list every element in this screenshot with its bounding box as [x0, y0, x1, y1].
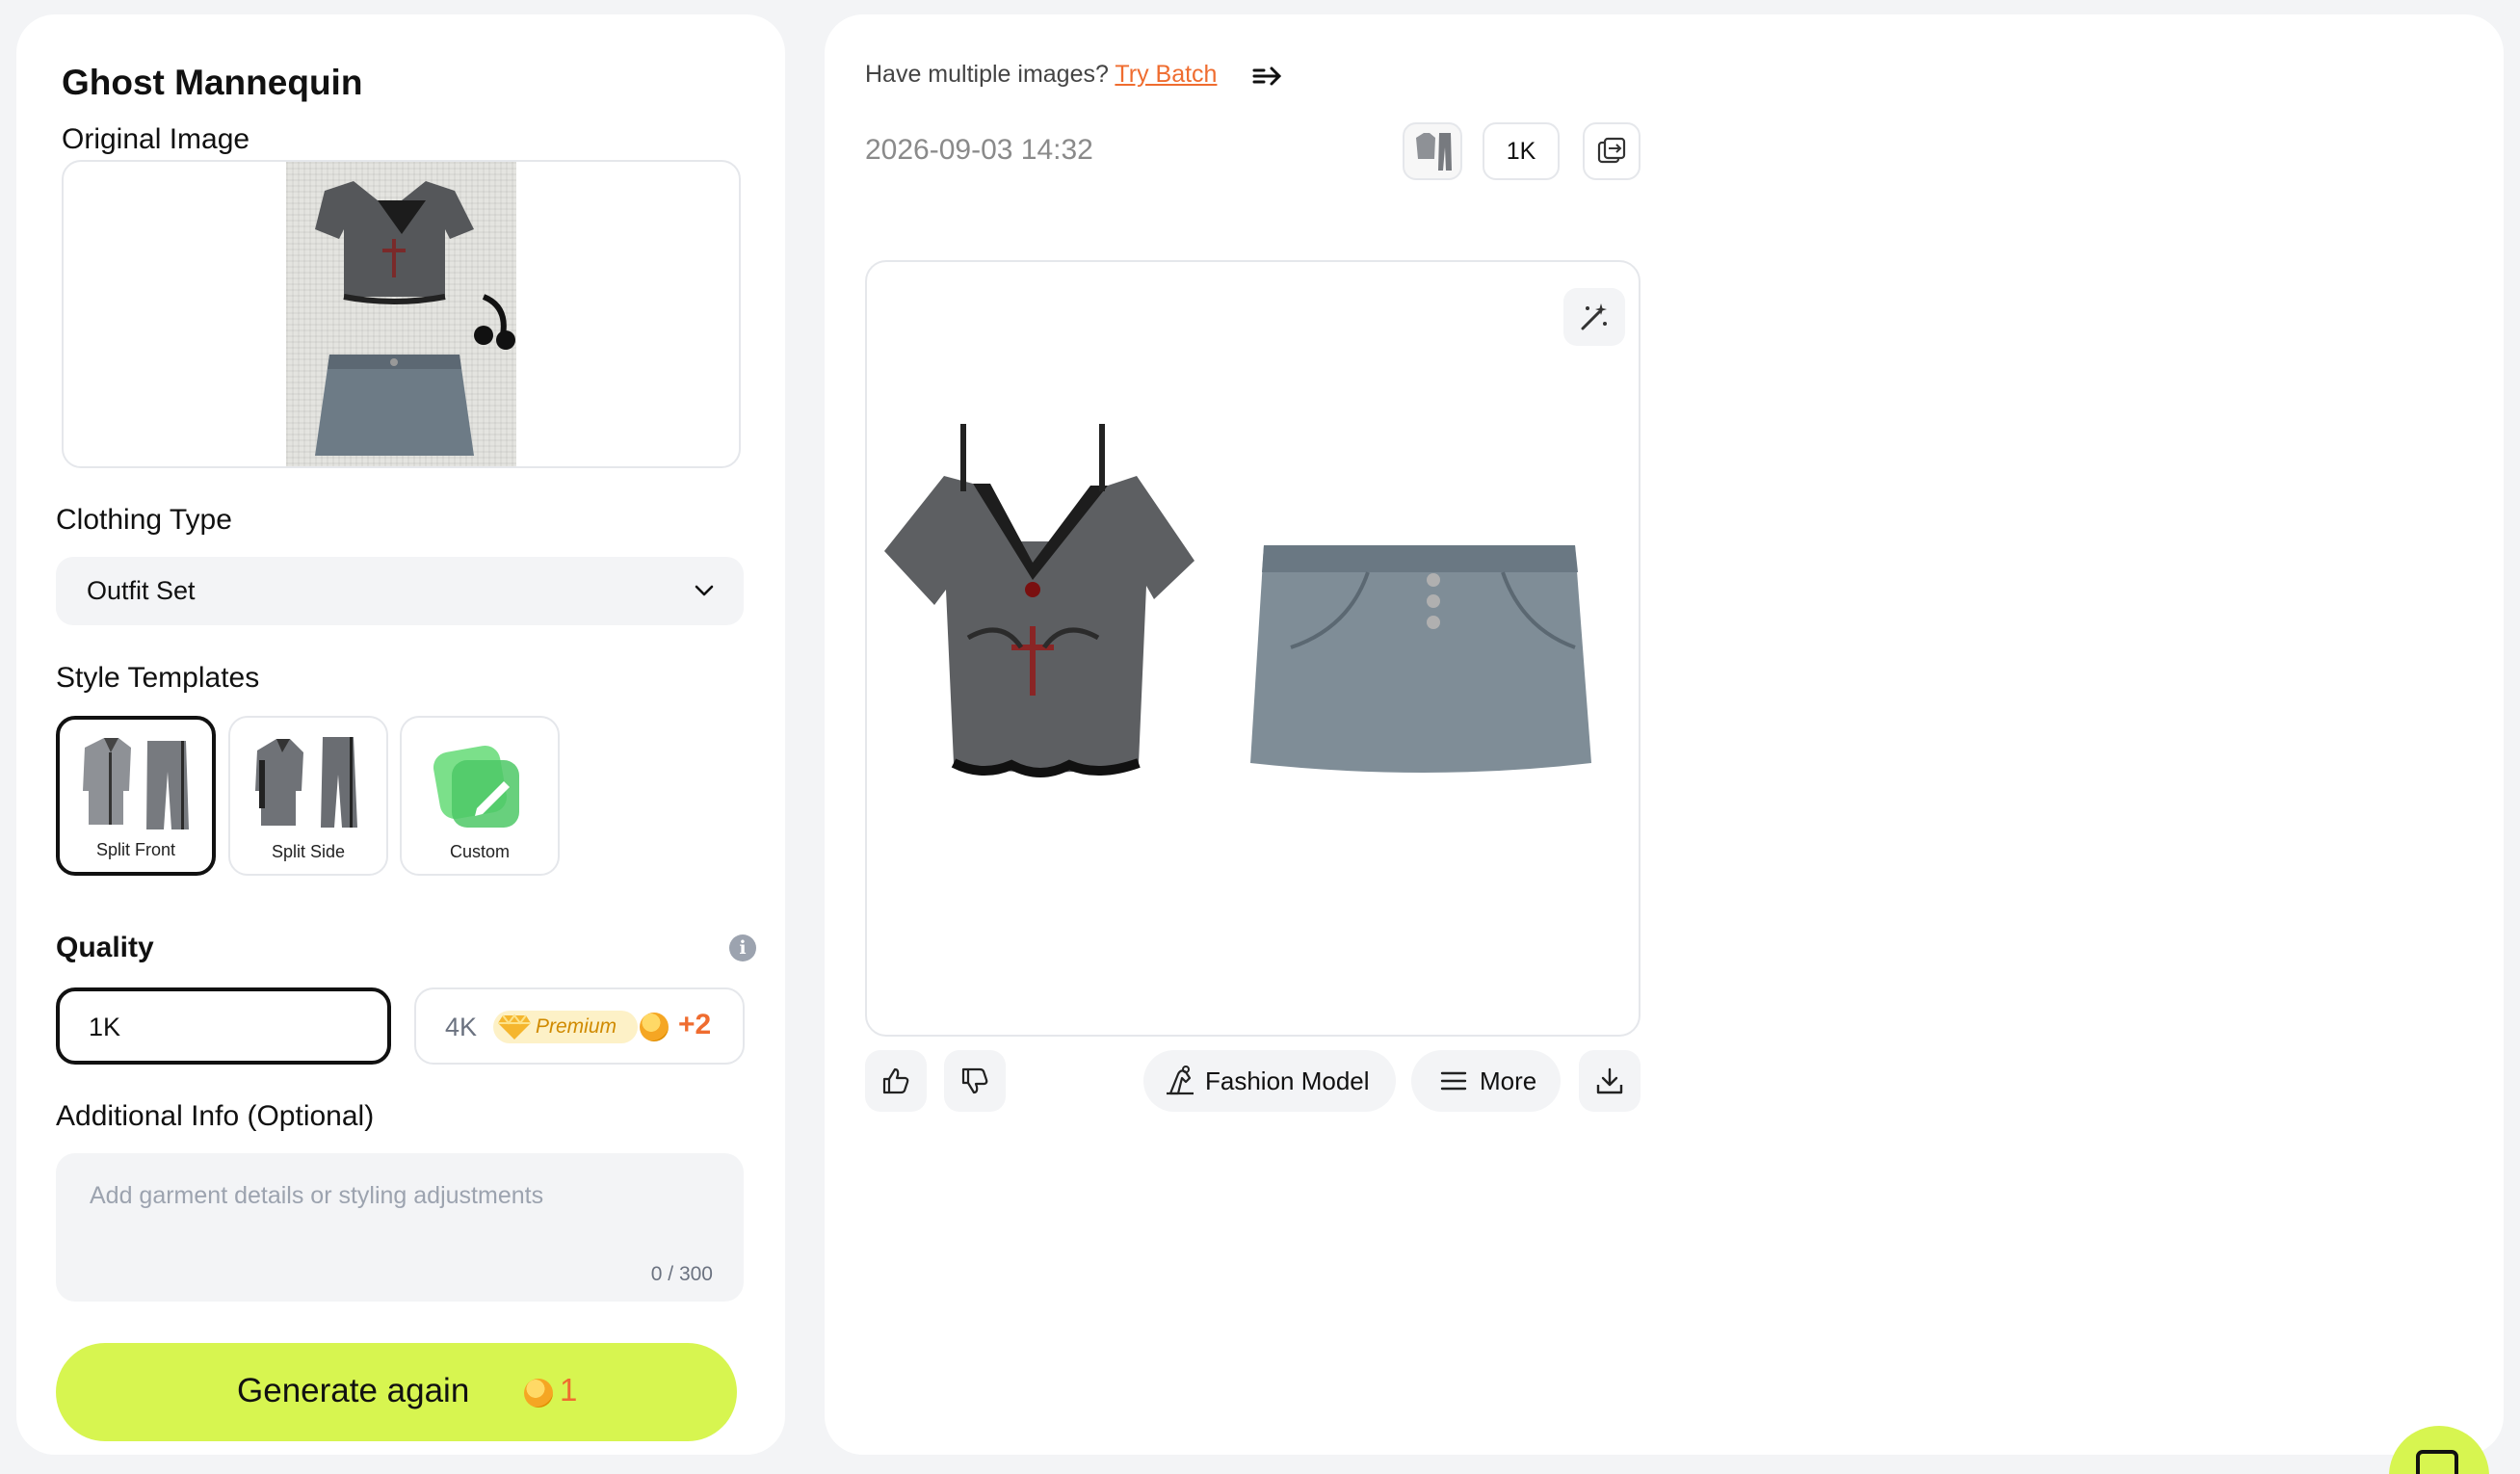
generate-cost: 1: [560, 1372, 578, 1408]
thumbs-up-icon: [882, 1067, 909, 1094]
batch-question: Have multiple images?: [865, 61, 1109, 88]
premium-badge: Premium: [493, 1011, 638, 1043]
quality-1k-label: 1K: [89, 1013, 121, 1041]
thumbs-down-button[interactable]: [944, 1050, 1006, 1112]
template-split-side[interactable]: Split Side: [228, 716, 388, 876]
magic-edit-button[interactable]: [1563, 288, 1625, 346]
coin-icon: [524, 1379, 553, 1408]
template-custom[interactable]: Custom: [400, 716, 560, 876]
quality-label: Quality: [56, 932, 154, 963]
thumbs-down-icon: [961, 1067, 988, 1094]
chevron-down-icon: [695, 585, 714, 596]
compare-icon: [1597, 137, 1626, 164]
original-image-label: Original Image: [62, 123, 250, 155]
additional-info-textarea[interactable]: Add garment details or styling adjustmen…: [56, 1153, 744, 1302]
extra-cost: +2: [678, 1009, 712, 1040]
fashion-model-label: Fashion Model: [1205, 1066, 1370, 1095]
textarea-placeholder: Add garment details or styling adjustmen…: [90, 1182, 544, 1209]
panel-title: Ghost Mannequin: [62, 63, 363, 102]
result-image[interactable]: [865, 260, 1641, 1037]
quality-option-1k[interactable]: 1K: [56, 987, 391, 1065]
diamond-icon: [498, 1013, 531, 1040]
result-panel: Have multiple images? Try Batch 2026-09-…: [825, 14, 2504, 1455]
ghost-mannequin-output: [884, 424, 1591, 777]
template-split-front[interactable]: Split Front: [56, 716, 216, 876]
style-templates-label: Style Templates: [56, 662, 260, 694]
info-icon[interactable]: i: [729, 934, 756, 961]
download-button[interactable]: [1579, 1050, 1641, 1112]
quality-chip-label: 1K: [1506, 138, 1536, 165]
clothing-type-value: Outfit Set: [87, 576, 196, 605]
feedback-icon: [2416, 1450, 2458, 1474]
menu-icon: [1440, 1071, 1467, 1091]
arrow-right-icon[interactable]: [1252, 65, 1285, 88]
original-image-photo: [286, 162, 516, 466]
more-button[interactable]: More: [1411, 1050, 1561, 1112]
batch-prompt: Have multiple images? Try Batch: [865, 61, 1217, 89]
quality-4k-label: 4K: [445, 1013, 478, 1041]
template-label: Split Side: [271, 842, 346, 861]
generate-again-button[interactable]: Generate again 1: [56, 1343, 737, 1441]
try-batch-link[interactable]: Try Batch: [1115, 61, 1217, 88]
split-front-thumbnail: [83, 738, 189, 829]
fashion-model-button[interactable]: Fashion Model: [1143, 1050, 1396, 1112]
template-label: Custom: [449, 842, 510, 861]
clothing-type-select[interactable]: Outfit Set: [56, 557, 744, 625]
quality-chip: 1K: [1483, 122, 1560, 180]
clothing-type-label: Clothing Type: [56, 504, 232, 536]
generate-label: Generate again: [237, 1372, 470, 1409]
split-side-thumbnail: [255, 737, 357, 828]
custom-edit-icon: [433, 745, 519, 828]
split-front-thumbnail: [1416, 133, 1452, 171]
compare-button[interactable]: [1583, 122, 1641, 180]
result-timestamp: 2026-09-03 14:32: [865, 134, 1093, 166]
quality-option-4k[interactable]: 4K Premium +2: [414, 987, 745, 1065]
settings-panel: Ghost Mannequin Original Image Clothing …: [16, 14, 785, 1455]
premium-label: Premium: [536, 1015, 617, 1038]
template-label: Split Front: [95, 840, 176, 859]
more-label: More: [1480, 1066, 1537, 1095]
template-thumb-chip[interactable]: [1403, 122, 1462, 180]
additional-info-label: Additional Info (Optional): [56, 1100, 375, 1132]
thumbs-up-button[interactable]: [865, 1050, 927, 1112]
original-image-box[interactable]: [62, 160, 741, 468]
fashion-model-icon: [1167, 1066, 1194, 1095]
download-icon: [1596, 1067, 1623, 1094]
magic-wand-icon: [1581, 303, 1607, 330]
char-count: 0 / 300: [650, 1263, 713, 1285]
coin-icon: [640, 1013, 669, 1041]
